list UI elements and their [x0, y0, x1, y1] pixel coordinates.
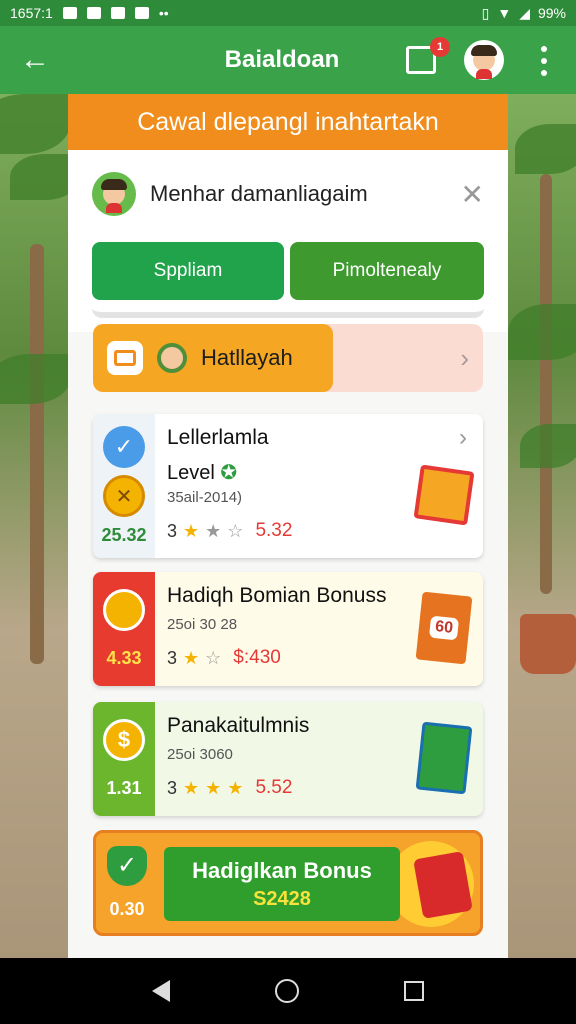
nav-back-icon[interactable]	[152, 980, 171, 1002]
price: 5.32	[255, 520, 293, 541]
dollar-coin-icon: $	[103, 718, 145, 761]
wallet-icon	[413, 851, 473, 919]
star-icon: ★	[183, 520, 200, 541]
star-icon: ★	[183, 647, 200, 668]
bonus-card[interactable]: ✓ 0.30 Hadiglkan Bonus S2428	[93, 830, 483, 936]
feature-label: Hatllayah	[201, 345, 293, 370]
list-item[interactable]: 4.33 Hadiqh Bomian Bonuss 25oi 30 28 3 ★…	[93, 572, 483, 686]
card-title: Lellerlamla	[167, 426, 269, 449]
check-icon: ✓	[103, 425, 145, 468]
character-icon	[157, 343, 187, 373]
rating-count: 3	[167, 777, 178, 798]
chevron-right-icon: ›	[460, 342, 469, 373]
status-time: 1657:1	[10, 5, 53, 21]
profile-card: Menhar damanliagaim ✕ Sppliam Pimoltenea…	[68, 150, 508, 332]
card-subtitle: Level	[167, 462, 215, 484]
book-label: 60	[429, 615, 459, 641]
profile-avatar	[92, 172, 136, 216]
app-bar: ← Baialdoan 1	[0, 26, 576, 94]
bonus-title: Hadiglkan Bonus	[192, 857, 372, 883]
signal-icon: ◢	[519, 4, 530, 21]
nav-home-icon[interactable]	[274, 979, 299, 1003]
download-icon	[134, 7, 149, 19]
side-value: 4.33	[106, 648, 142, 669]
star-empty-icon: ★	[205, 520, 222, 541]
list-item[interactable]: $ 1.31 Panakaitulmnis 25oi 3060 3 ★ ★ ★ …	[93, 702, 483, 816]
wifi-icon: ▼	[497, 5, 512, 21]
bonus-amount: S2428	[253, 887, 311, 910]
notification-badge: 1	[430, 37, 450, 57]
overflow-menu-icon[interactable]	[532, 46, 556, 76]
avatar[interactable]	[464, 40, 504, 80]
bonus-button[interactable]: Hadiglkan Bonus S2428	[164, 847, 400, 921]
rating-count: 3	[167, 647, 178, 668]
battery-level: 99%	[537, 5, 566, 21]
side-value: 0.30	[109, 899, 145, 920]
notification-icon	[62, 7, 77, 19]
star-icon: ★	[205, 777, 222, 798]
feature-banner[interactable]: Hatllayah ›	[93, 324, 483, 392]
price: $:430	[233, 647, 281, 668]
side-value: 1.31	[106, 778, 142, 799]
vibrate-icon: ▯	[481, 4, 490, 21]
header-banner: Cawal dlepangl inahtartakn	[68, 94, 508, 150]
badge-image	[413, 464, 475, 526]
close-icon[interactable]: ✕	[461, 178, 484, 211]
primary-button[interactable]: Sppliam	[92, 242, 284, 300]
status-bar: 1657:1 •• ▯ ▼ ◢ 99%	[0, 0, 576, 26]
price: 5.52	[255, 777, 293, 798]
gift-icon	[103, 588, 145, 631]
book-image	[415, 721, 473, 795]
navigation-bar	[0, 958, 576, 1024]
main-panel: Cawal dlepangl inahtartakn Menhar damanl…	[68, 94, 508, 958]
shield-check-icon: ✓	[107, 845, 147, 886]
image-icon	[110, 7, 125, 19]
verified-icon: ✪	[220, 462, 238, 484]
star-empty-icon: ☆	[227, 520, 244, 541]
star-icon: ★	[183, 777, 200, 798]
star-icon: ★	[227, 777, 244, 798]
mail-icon	[86, 7, 101, 19]
book-image: 60	[415, 591, 473, 665]
profile-name: Menhar damanliagaim	[150, 181, 368, 206]
tv-icon	[107, 341, 143, 375]
star-empty-icon: ☆	[205, 647, 222, 668]
list-item[interactable]: ✓ ✕ 25.32 Lellerlamla Level ✪ 35ail-2014…	[93, 414, 483, 558]
side-value: 25.32	[101, 525, 147, 546]
secondary-button[interactable]: Pimoltenealy	[290, 242, 484, 300]
more-notifications-icon: ••	[158, 5, 169, 21]
rating-count: 3	[167, 520, 178, 541]
coin-icon: ✕	[103, 475, 145, 518]
nav-recents-icon[interactable]	[403, 981, 424, 1001]
chevron-right-icon: ›	[459, 424, 467, 451]
